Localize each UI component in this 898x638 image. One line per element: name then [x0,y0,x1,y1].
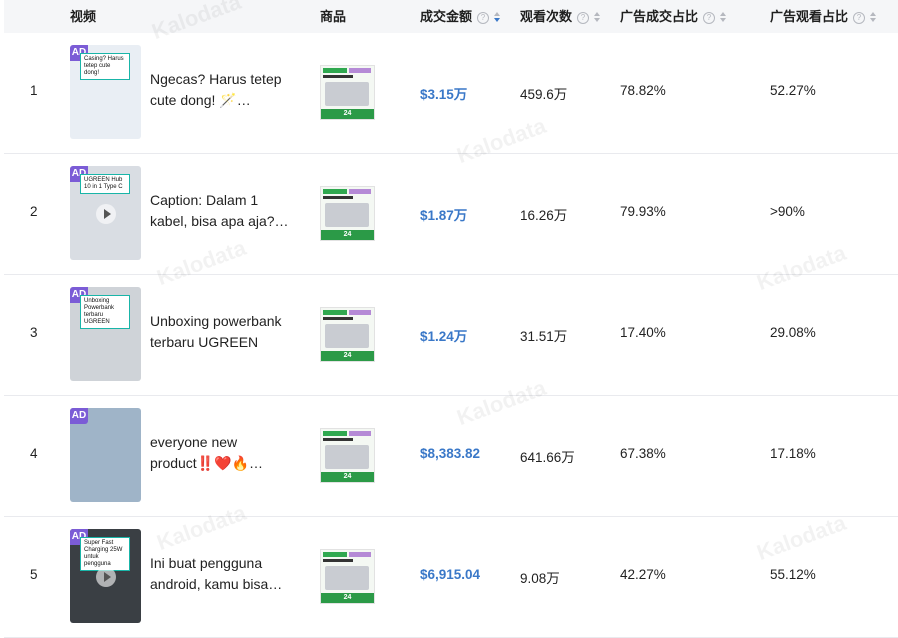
help-icon[interactable]: ? [703,12,716,24]
table-row[interactable]: 5 AD Super Fast Charging 25W untuk pengg… [4,517,898,638]
product-name-line [323,438,353,441]
row-index: 4 [30,446,38,461]
brand-logo-icon [323,310,347,315]
video-title[interactable]: Caption: Dalam 1 kabel, bisa apa aja?… [150,190,295,232]
product-name-line [323,317,353,320]
play-icon[interactable] [96,567,116,587]
brand-logo-icon [323,552,347,557]
ad-view-ratio-value: 55.12% [770,567,816,582]
product-image-icon [325,566,369,590]
product-thumbnail[interactable]: 24 [320,65,375,120]
ad-gmv-ratio-value: 79.93% [620,204,666,219]
table-row[interactable]: 2 AD UGREEN Hub 10 in 1 Type C Caption: … [4,154,898,275]
brand-logo-icon [323,189,347,194]
row-index: 3 [30,325,38,340]
column-video: 视频 [70,9,97,24]
store-badge-icon [349,552,371,557]
help-icon[interactable]: ? [477,12,490,24]
product-image-icon [325,203,369,227]
sort-icon[interactable] [594,12,602,22]
video-thumbnail[interactable]: AD UGREEN Hub 10 in 1 Type C [70,166,141,260]
product-name-line [323,559,353,562]
views-value: 459.6万 [520,87,568,102]
thumbnail-caption: Casing? Harus tetep cute dong! [80,53,130,80]
gmv-value: $6,915.04 [420,567,481,582]
table-row[interactable]: 4 AD everyone new product‼️❤️🔥… 24 $8,38… [4,396,898,517]
product-thumbnail[interactable]: 24 [320,428,375,483]
ad-view-ratio-value: >90% [770,204,805,219]
video-thumbnail[interactable]: AD Casing? Harus tetep cute dong! [70,45,141,139]
table-row[interactable]: 1 AD Casing? Harus tetep cute dong! Ngec… [4,33,898,154]
column-gmv[interactable]: 成交金额? [420,0,502,33]
ad-gmv-ratio-value: 17.40% [620,325,666,340]
column-ad-view-ratio[interactable]: 广告观看占比? [770,0,878,33]
ad-gmv-ratio-value: 42.27% [620,567,666,582]
row-index: 1 [30,83,38,98]
thumbnail-caption: Unboxing Powerbank terbaru UGREEN [80,295,130,329]
play-icon[interactable] [96,204,116,224]
product-name-line [323,75,353,78]
gmv-value: $8,383.82 [420,446,481,461]
views-value: 641.66万 [520,450,575,465]
column-ad-gmv-ratio[interactable]: 广告成交占比? [620,0,728,33]
help-icon[interactable]: ? [577,12,590,24]
gmv-value: $1.24万 [420,329,468,344]
ad-view-ratio-value: 52.27% [770,83,816,98]
sort-icon[interactable] [720,12,728,22]
ad-view-ratio-value: 29.08% [770,325,816,340]
product-tag: 24 [321,109,374,119]
product-image-icon [325,445,369,469]
product-tag: 24 [321,351,374,361]
table-row[interactable]: 3 AD Unboxing Powerbank terbaru UGREEN U… [4,275,898,396]
product-name-line [323,196,353,199]
product-image-icon [325,82,369,106]
column-product: 商品 [320,9,347,24]
store-badge-icon [349,310,371,315]
views-value: 31.51万 [520,329,568,344]
video-ranking-table: 视频 商品 成交金额? 观看次数? 广告成交占比? 广告观看占比? 1 AD C… [4,0,898,638]
store-badge-icon [349,68,371,73]
product-thumbnail[interactable]: 24 [320,186,375,241]
views-value: 16.26万 [520,208,568,223]
product-thumbnail[interactable]: 24 [320,307,375,362]
store-badge-icon [349,431,371,436]
product-tag: 24 [321,472,374,482]
ad-badge: AD [70,408,88,424]
video-thumbnail[interactable]: AD Super Fast Charging 25W untuk penggun… [70,529,141,623]
views-value: 9.08万 [520,571,560,586]
video-title[interactable]: everyone new product‼️❤️🔥… [150,432,295,474]
gmv-value: $1.87万 [420,208,468,223]
table-header: 视频 商品 成交金额? 观看次数? 广告成交占比? 广告观看占比? [4,0,898,33]
product-image-icon [325,324,369,348]
video-thumbnail[interactable]: AD [70,408,141,502]
video-title[interactable]: Unboxing powerbank terbaru UGREEN two… [150,311,295,353]
product-thumbnail[interactable]: 24 [320,549,375,604]
brand-logo-icon [323,68,347,73]
thumbnail-caption: UGREEN Hub 10 in 1 Type C [80,174,130,194]
ad-gmv-ratio-value: 67.38% [620,446,666,461]
help-icon[interactable]: ? [853,12,866,24]
column-views[interactable]: 观看次数? [520,0,602,33]
row-index: 5 [30,567,38,582]
sort-icon[interactable] [494,12,502,22]
ad-view-ratio-value: 17.18% [770,446,816,461]
thumbnail-caption: Super Fast Charging 25W untuk pengguna [80,537,130,571]
product-tag: 24 [321,593,374,603]
video-thumbnail[interactable]: AD Unboxing Powerbank terbaru UGREEN [70,287,141,381]
ad-gmv-ratio-value: 78.82% [620,83,666,98]
video-title[interactable]: Ini buat pengguna android, kamu bisa… [150,553,295,595]
row-index: 2 [30,204,38,219]
sort-icon[interactable] [870,12,878,22]
brand-logo-icon [323,431,347,436]
gmv-value: $3.15万 [420,87,468,102]
store-badge-icon [349,189,371,194]
video-title[interactable]: Ngecas? Harus tetep cute dong! 🪄… [150,69,295,111]
product-tag: 24 [321,230,374,240]
